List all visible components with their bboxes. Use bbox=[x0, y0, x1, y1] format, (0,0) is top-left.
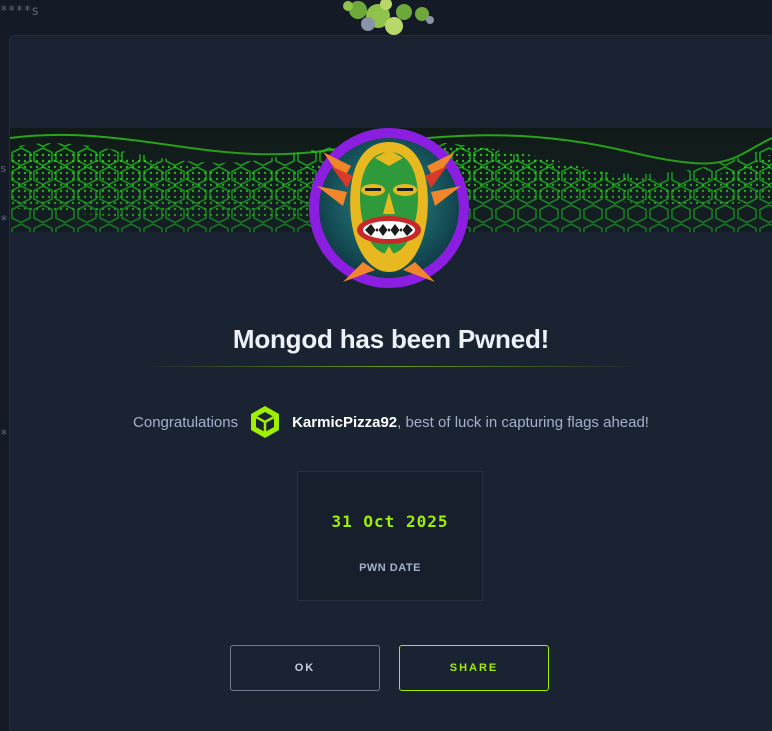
pwned-modal: Mongod has been Pwned! Congratulations K… bbox=[10, 36, 772, 731]
username-link[interactable]: KarmicPizza92 bbox=[292, 414, 397, 431]
congrats-prefix: Congratulations bbox=[133, 413, 239, 431]
modal-title: Mongod has been Pwned! bbox=[232, 324, 550, 354]
background-fragment: s bbox=[0, 162, 7, 175]
background-fragment: * bbox=[0, 428, 8, 443]
cube-icon bbox=[251, 406, 280, 438]
pwn-date-label: PWN DATE bbox=[359, 562, 421, 574]
ok-button[interactable]: OK bbox=[230, 645, 380, 691]
title-divider bbox=[140, 366, 642, 367]
background-fragment: * bbox=[0, 214, 8, 229]
share-button[interactable]: SHARE bbox=[399, 645, 549, 691]
tiki-mask-icon bbox=[309, 128, 469, 288]
pwn-date-card: 31 Oct 2025 PWN DATE bbox=[297, 471, 483, 601]
background-graphic bbox=[343, 0, 434, 35]
congratulations-message: Congratulations KarmicPizza92 , best of … bbox=[10, 404, 772, 440]
masked-text: ****s bbox=[0, 4, 40, 19]
congrats-suffix: , best of luck in capturing flags ahead! bbox=[397, 413, 649, 431]
pwn-date-value: 31 Oct 2025 bbox=[331, 512, 449, 531]
